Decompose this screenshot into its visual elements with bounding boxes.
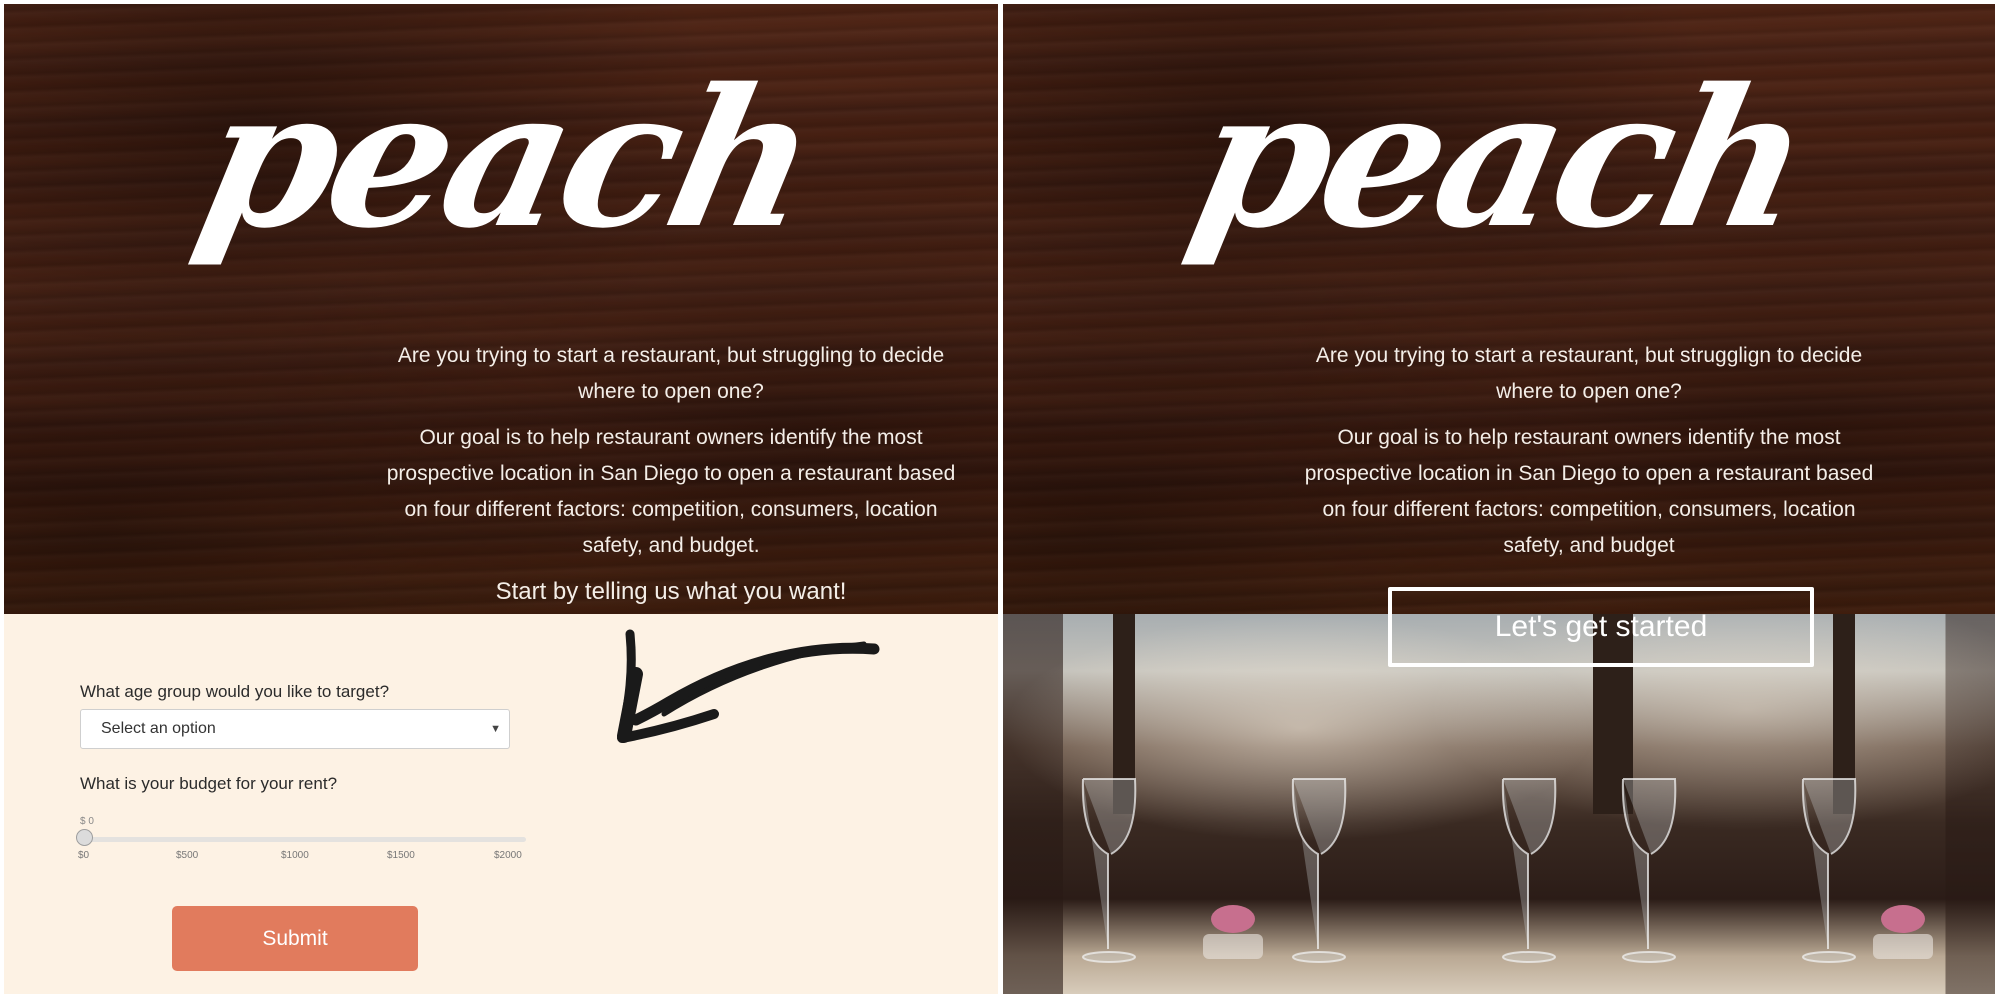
goal-text: Our goal is to help restaurant owners id… — [1304, 426, 1874, 557]
submit-button[interactable]: Submit — [172, 906, 418, 971]
peach-logo: peach — [1175, 47, 1824, 270]
intro-text: Are you trying to start a restaurant, bu… — [1315, 344, 1863, 403]
age-group-select-value: Select an option — [101, 720, 216, 737]
age-group-select[interactable]: Select an option ▼ — [80, 709, 510, 749]
wine-glasses-image — [1081, 778, 1933, 963]
slider-current-value: $ 0 — [80, 816, 94, 827]
wood-header-background: peach Are you trying to start a restaura… — [1003, 4, 1995, 614]
budget-label: What is your budget for your rent? — [80, 774, 338, 793]
hero-text: Are you trying to start a restaurant, bu… — [4, 338, 998, 620]
restaurant-photo — [1003, 614, 1995, 994]
goal-text: Our goal is to help restaurant owners id… — [386, 426, 956, 557]
intro-text: Are you trying to start a restaurant, bu… — [397, 344, 945, 403]
budget-slider-track[interactable] — [84, 837, 526, 842]
hand-drawn-arrow-icon — [617, 629, 880, 743]
slider-tick: $0 — [78, 850, 90, 861]
slider-tick: $500 — [176, 850, 199, 861]
get-started-button[interactable]: Let's get started — [1388, 587, 1814, 667]
landing-welcome-panel: peach Are you trying to start a restaura… — [1003, 4, 1995, 994]
slider-tick: $1000 — [281, 850, 309, 861]
peach-logo: peach — [182, 47, 831, 270]
select-caret-icon: ▼ — [490, 723, 501, 735]
slider-tick: $2000 — [494, 850, 522, 861]
preferences-form: What age group would you like to target?… — [4, 614, 998, 994]
landing-form-panel: peach Are you trying to start a restaura… — [4, 4, 998, 994]
hero-text: Are you trying to start a restaurant, bu… — [1003, 338, 1995, 574]
budget-slider-handle[interactable] — [76, 829, 93, 846]
wood-header-background: peach Are you trying to start a restaura… — [4, 4, 998, 614]
age-group-label: What age group would you like to target? — [80, 682, 390, 701]
slider-tick: $1500 — [387, 850, 415, 861]
tagline-text: Start by telling us what you want! — [495, 578, 847, 605]
